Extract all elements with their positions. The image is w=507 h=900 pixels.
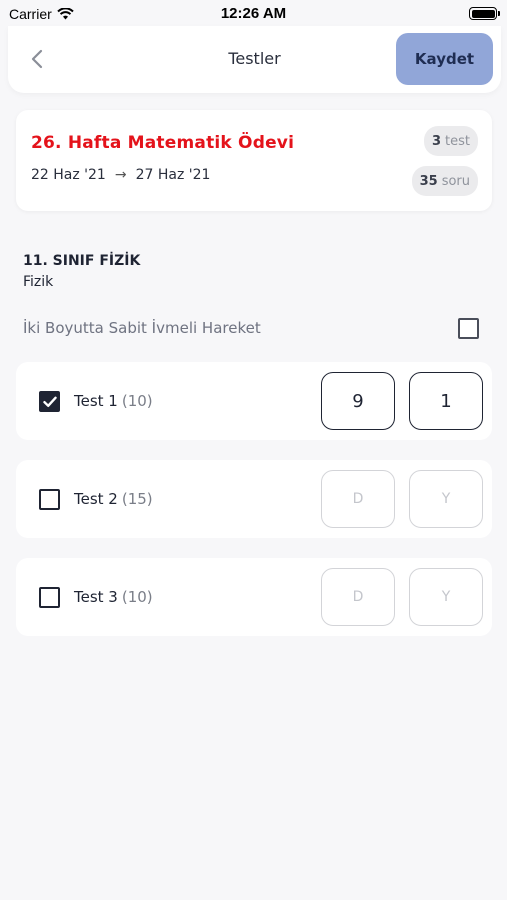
topic-label: İki Boyutta Sabit İvmeli Hareket [23, 319, 261, 337]
test-checkbox[interactable] [39, 391, 60, 412]
wrong-input[interactable]: 1 [409, 372, 483, 430]
correct-input[interactable]: 9 [321, 372, 395, 430]
status-bar: Carrier 12:26 AM [0, 0, 507, 28]
test-name: Test 2 [74, 490, 118, 508]
save-button[interactable]: Kaydet [396, 33, 493, 85]
test-question-count: (15) [121, 490, 153, 508]
nav-bar: Testler Kaydet [8, 26, 501, 93]
checkmark-icon [42, 396, 57, 407]
arrow-right-icon: → [114, 167, 127, 183]
correct-input[interactable]: D [321, 470, 395, 528]
test-question-count: (10) [121, 392, 153, 410]
wrong-input[interactable]: Y [409, 470, 483, 528]
test-name: Test 3 [74, 588, 118, 606]
question-count-badge: 35 soru [411, 166, 478, 196]
question-count-unit: soru [441, 173, 470, 189]
topic-checkbox[interactable] [458, 318, 479, 339]
homework-date-range: 22 Haz '21 → 27 Haz '21 [31, 167, 210, 183]
test-count-value: 3 [431, 133, 442, 149]
test-row: Test 3 (10) D Y [16, 558, 492, 636]
question-count-value: 35 [419, 173, 438, 189]
battery-icon [469, 7, 500, 20]
test-row: Test 1 (10) 9 1 [16, 362, 492, 440]
section-subtitle: Fizik [23, 274, 54, 290]
homework-title: 26. Hafta Matematik Ödevi [31, 133, 295, 153]
correct-input[interactable]: D [321, 568, 395, 626]
test-name: Test 1 [74, 392, 118, 410]
section-title: 11. SINIF FİZİK [23, 253, 141, 269]
test-label: Test 3 (10) [74, 588, 153, 606]
wrong-input[interactable]: Y [409, 568, 483, 626]
test-question-count: (10) [121, 588, 153, 606]
test-label: Test 2 (15) [74, 490, 153, 508]
test-label: Test 1 (10) [74, 392, 153, 410]
test-checkbox[interactable] [39, 489, 60, 510]
end-date: 27 Haz '21 [135, 167, 211, 183]
test-count-badge: 3 test [423, 126, 478, 156]
start-date: 22 Haz '21 [31, 167, 106, 183]
test-row: Test 2 (15) D Y [16, 460, 492, 538]
homework-card: 26. Hafta Matematik Ödevi 22 Haz '21 → 2… [16, 110, 492, 211]
test-count-unit: test [445, 133, 470, 149]
status-time: 12:26 AM [220, 5, 287, 22]
test-checkbox[interactable] [39, 587, 60, 608]
